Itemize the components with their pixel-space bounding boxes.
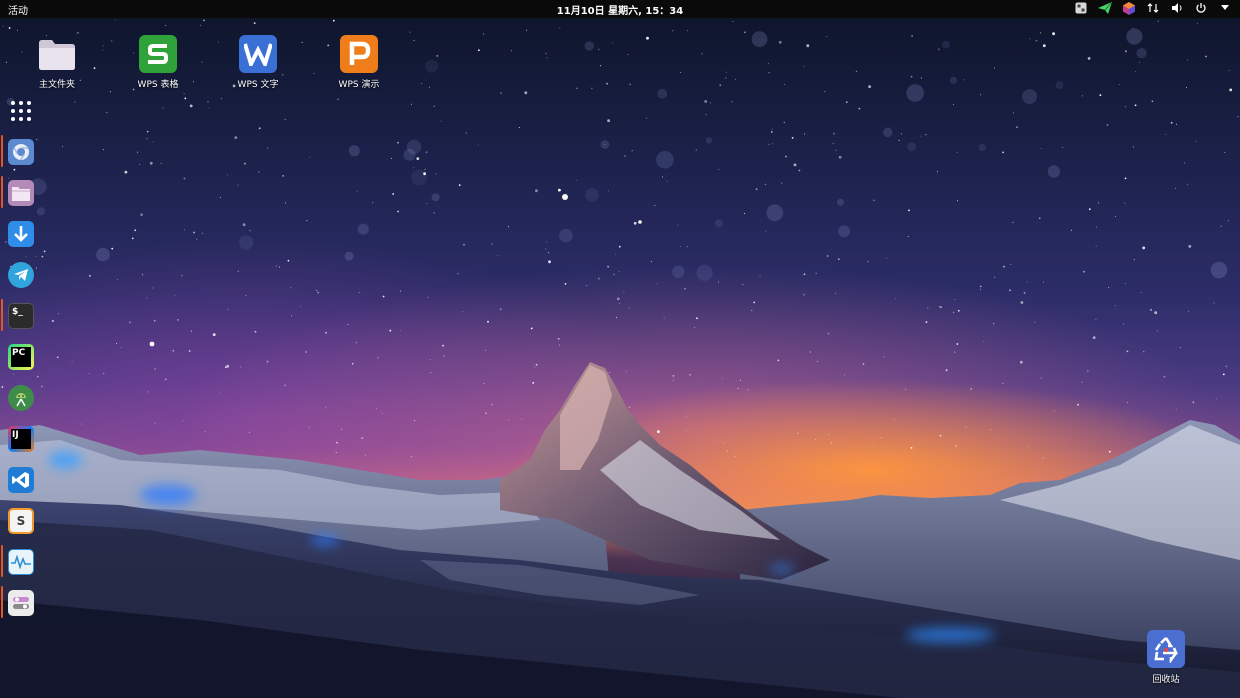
desktop-icon-recycle-bin[interactable]: 回收站 bbox=[1126, 630, 1206, 685]
desktop-icon-label: WPS 表格 bbox=[137, 80, 179, 90]
blue-light-glow bbox=[905, 628, 995, 642]
dock-item-sublime[interactable]: S bbox=[0, 500, 42, 541]
power-icon[interactable] bbox=[1194, 1, 1208, 15]
blue-light-glow bbox=[140, 485, 196, 505]
dock-item-android-studio[interactable] bbox=[0, 377, 42, 418]
terminal-prompt-text: $_ bbox=[12, 306, 23, 317]
mountain-landscape bbox=[0, 362, 1240, 698]
send-icon[interactable] bbox=[1098, 1, 1112, 15]
dock-item-intellij[interactable]: IJ bbox=[0, 418, 42, 459]
pycharm-badge: PC bbox=[11, 346, 31, 367]
chromium-icon bbox=[8, 138, 34, 165]
sublime-letter: S bbox=[16, 513, 26, 528]
dock-item-vscode[interactable] bbox=[0, 459, 42, 500]
color-picker-icon[interactable] bbox=[1122, 1, 1136, 15]
telegram-icon bbox=[8, 261, 34, 288]
sublime-icon: S bbox=[8, 507, 34, 534]
desktop-icon-label: WPS 文字 bbox=[237, 80, 279, 90]
download-icon bbox=[8, 220, 34, 247]
pycharm-icon: PC bbox=[8, 343, 34, 370]
blue-light-glow bbox=[770, 565, 794, 573]
app-grid-icon bbox=[11, 100, 31, 121]
desktop-icon-wps-presentation[interactable]: WPS 演示 bbox=[319, 35, 399, 90]
dock: $_ PC IJ S bbox=[0, 90, 42, 623]
intellij-icon: IJ bbox=[8, 425, 34, 452]
files-icon bbox=[8, 179, 34, 206]
desktop-icon-label: 回收站 bbox=[1152, 675, 1180, 685]
desktop-icon-label: WPS 演示 bbox=[338, 80, 380, 90]
running-indicator bbox=[1, 586, 3, 618]
terminal-icon: $_ bbox=[8, 302, 34, 329]
dock-show-applications[interactable] bbox=[0, 90, 42, 131]
dock-item-system-monitor[interactable] bbox=[0, 541, 42, 582]
dock-item-downloader[interactable] bbox=[0, 213, 42, 254]
vscode-icon bbox=[8, 466, 34, 493]
menu-arrow-icon[interactable] bbox=[1218, 1, 1232, 15]
folder-icon bbox=[38, 35, 76, 73]
activities-button[interactable]: 活动 bbox=[8, 2, 28, 17]
desktop-icon-label: 主文件夹 bbox=[38, 80, 75, 90]
wps-spreadsheet-icon bbox=[139, 35, 177, 73]
system-tray bbox=[1074, 1, 1232, 15]
blue-light-glow bbox=[310, 535, 340, 545]
android-studio-icon bbox=[8, 384, 34, 411]
desktop-icon-wps-spreadsheet[interactable]: WPS 表格 bbox=[118, 35, 198, 90]
dock-item-terminal[interactable]: $_ bbox=[0, 295, 42, 336]
dock-item-files[interactable] bbox=[0, 172, 42, 213]
desktop-icon-wps-writer[interactable]: WPS 文字 bbox=[218, 35, 298, 90]
running-indicator bbox=[1, 176, 3, 208]
system-monitor-icon bbox=[8, 548, 34, 575]
recycle-bin-icon bbox=[1147, 630, 1185, 668]
clock-wrapper: 11月10日 星期六, 15：34 bbox=[0, 2, 1240, 17]
dock-item-chromium[interactable] bbox=[0, 131, 42, 172]
running-indicator bbox=[1, 545, 3, 577]
top-panel: 活动 11月10日 星期六, 15：34 bbox=[0, 0, 1240, 18]
desktop-icon-home-folder[interactable]: 主文件夹 bbox=[17, 35, 97, 90]
running-indicator bbox=[1, 135, 3, 167]
volume-icon[interactable] bbox=[1170, 1, 1184, 15]
panel-app-icon[interactable] bbox=[1074, 1, 1088, 15]
date-time-button[interactable]: 11月10日 星期六, 15：34 bbox=[557, 6, 683, 17]
dock-item-pycharm[interactable]: PC bbox=[0, 336, 42, 377]
desktop-wallpaper bbox=[0, 0, 1240, 698]
tweaks-icon bbox=[8, 589, 34, 616]
wps-writer-icon bbox=[239, 35, 277, 73]
wps-presentation-icon bbox=[340, 35, 378, 73]
running-indicator bbox=[1, 299, 3, 331]
blue-light-glow bbox=[48, 452, 82, 468]
dock-item-telegram[interactable] bbox=[0, 254, 42, 295]
dock-item-tweaks[interactable] bbox=[0, 582, 42, 623]
intellij-badge: IJ bbox=[11, 428, 31, 449]
network-icon[interactable] bbox=[1146, 1, 1160, 15]
